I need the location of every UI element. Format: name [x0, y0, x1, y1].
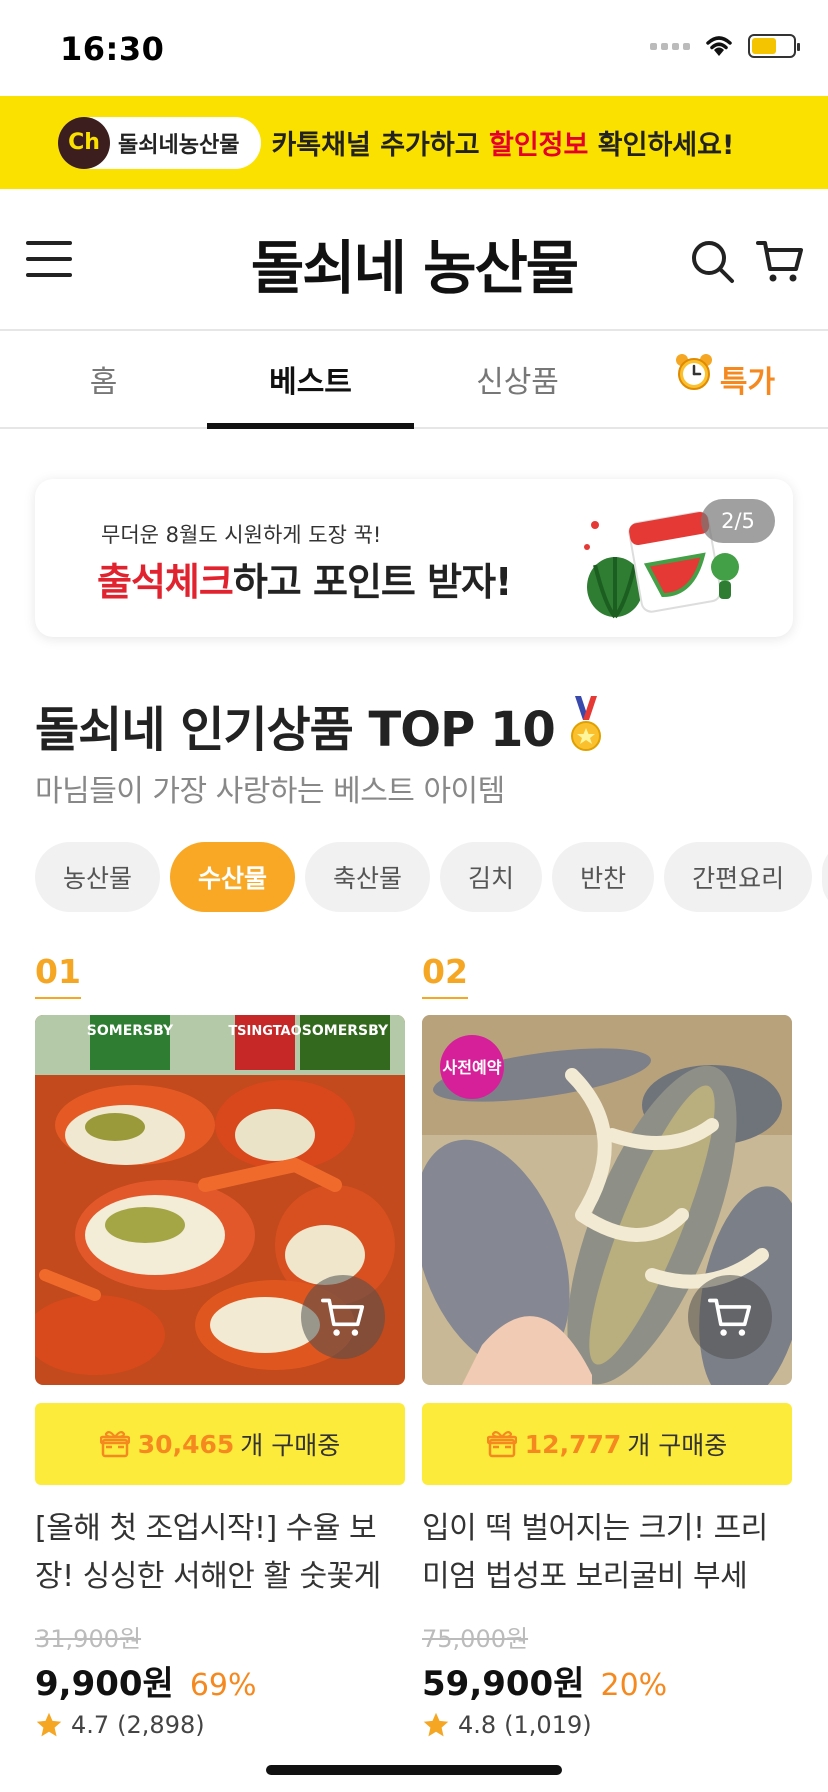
chip-livestock[interactable]: 축산물 [305, 842, 431, 912]
discount-rate: 69% [189, 1668, 257, 1703]
search-icon[interactable] [688, 237, 736, 285]
product-card[interactable]: 02 사전예약 12,777 개 구매중 입이 떡 벌어지는 크기! 프리미엄 … [422, 952, 792, 1739]
sale-price: 59,900원 [422, 1664, 585, 1704]
rating: 4.8 (1,019) [422, 1711, 792, 1739]
promo-page-counter: 2/5 [701, 499, 775, 543]
original-price: 75,000원 [422, 1625, 529, 1653]
product-name[interactable]: 입이 떡 벌어지는 크기! 프리미엄 법성포 보리굴비 부세 [422, 1505, 792, 1601]
battery-icon [748, 34, 800, 58]
cart-icon [708, 1298, 752, 1336]
category-chips: 농산물 수산물 축산물 김치 반찬 간편요리 [35, 842, 828, 912]
chip-agricultural[interactable]: 농산물 [35, 842, 161, 912]
promo-title-highlight: 출석체크 [97, 560, 234, 604]
section-title-text: 돌쇠네 인기상품 TOP 10 [35, 702, 556, 758]
product-rank: 01 [35, 952, 81, 999]
home-indicator[interactable] [266, 1765, 562, 1775]
product-name[interactable]: [올해 첫 조업시작!] 수율 보장! 싱싱한 서해안 활 숫꽃게 [35, 1505, 405, 1601]
chip-kimchi[interactable]: 김치 [440, 842, 543, 912]
add-to-cart-button[interactable] [688, 1275, 772, 1359]
wifi-icon [706, 36, 732, 56]
price-row: 59,900원 20% [422, 1656, 792, 1705]
tab-home[interactable]: 홈 [0, 331, 207, 427]
medal-icon [570, 696, 601, 751]
app-header: 돌쇠네 농산물 [0, 189, 828, 329]
gift-icon [99, 1430, 130, 1458]
review-count: (2,898) [117, 1711, 205, 1739]
channel-name: 돌쇠네농산물 [118, 132, 240, 158]
chip-side-dish[interactable]: 반찬 [552, 842, 655, 912]
tab-special-label: 특가 [719, 365, 776, 400]
can-label-2: TSINGTAO [228, 1024, 301, 1039]
rating-value: 4.7 [71, 1711, 110, 1739]
buying-count: 30,465 [137, 1429, 235, 1459]
tab-best[interactable]: 베스트 [207, 331, 414, 429]
promo-title-rest: 하고 포인트 받자! [232, 560, 513, 604]
cart-icon[interactable] [756, 237, 804, 285]
product-rank: 02 [422, 952, 468, 999]
tab-special[interactable]: 특가 [621, 331, 828, 427]
price-row: 9,900원 69% [35, 1656, 405, 1705]
alarm-clock-icon [675, 354, 712, 390]
buying-count-banner: 30,465 개 구매중 [35, 1403, 405, 1485]
gift-icon [486, 1430, 517, 1458]
product-image[interactable]: SOMERSBY TSINGTAO SOMERSBY [35, 1015, 405, 1385]
status-icons [650, 34, 800, 58]
main-tabs: 홈 베스트 신상품 특가 [0, 329, 828, 429]
kakao-channel-icon: Ch [58, 116, 110, 169]
buying-count: 12,777 [524, 1429, 622, 1459]
chip-more[interactable] [822, 842, 828, 912]
add-to-cart-button[interactable] [301, 1275, 385, 1359]
promo-subtitle: 무더운 8월도 시원하게 도장 꾹! [101, 523, 382, 547]
chip-easy-meal[interactable]: 간편요리 [664, 842, 813, 912]
rating-value: 4.8 [458, 1711, 497, 1739]
kakao-banner-message: 카톡채널 추가하고 할인정보 확인하세요! [271, 123, 734, 162]
buying-suffix: 개 구매중 [240, 1431, 341, 1460]
section-subtitle: 마님들이 가장 사랑하는 베스트 아이템 [35, 774, 505, 809]
promo-title: 출석체크하고 포인트 받자! [97, 551, 513, 606]
sale-price: 9,900원 [35, 1664, 174, 1704]
status-bar: 16:30 [0, 0, 828, 96]
star-icon [423, 1712, 449, 1737]
status-time: 16:30 [60, 30, 165, 68]
can-label-1: SOMERSBY [87, 1023, 174, 1039]
promo-banner[interactable]: 무더운 8월도 시원하게 도장 꾹! 출석체크하고 포인트 받자! 2/5 [35, 479, 793, 637]
pre-order-badge: 사전예약 [440, 1035, 504, 1099]
buying-count-banner: 12,777 개 구매중 [422, 1403, 792, 1485]
review-count: (1,019) [504, 1711, 592, 1739]
kakao-channel-banner[interactable]: Ch 돌쇠네농산물 카톡채널 추가하고 할인정보 확인하세요! [0, 96, 828, 189]
chip-seafood[interactable]: 수산물 [170, 842, 296, 912]
kakao-channel-pill: Ch 돌쇠네농산물 [58, 116, 262, 169]
section-title: 돌쇠네 인기상품 TOP 10 [35, 690, 603, 760]
product-card[interactable]: 01 SOMERSBY TSINGTAO SOMERSBY 30,465 개 구… [35, 952, 405, 1739]
kakao-msg-before: 카톡채널 추가하고 [271, 130, 489, 161]
kakao-msg-after: 확인하세요! [588, 130, 735, 161]
kakao-msg-highlight: 할인정보 [488, 130, 589, 161]
tab-new[interactable]: 신상품 [414, 331, 621, 427]
cart-icon [321, 1298, 365, 1336]
can-label-3: SOMERSBY [302, 1023, 389, 1039]
original-price: 31,900원 [35, 1625, 142, 1653]
buying-suffix: 개 구매중 [627, 1431, 728, 1460]
product-image[interactable]: 사전예약 [422, 1015, 792, 1385]
cellular-signal-icon [650, 42, 690, 50]
star-icon [36, 1712, 62, 1737]
discount-rate: 20% [600, 1668, 668, 1703]
rating: 4.7 (2,898) [35, 1711, 405, 1739]
